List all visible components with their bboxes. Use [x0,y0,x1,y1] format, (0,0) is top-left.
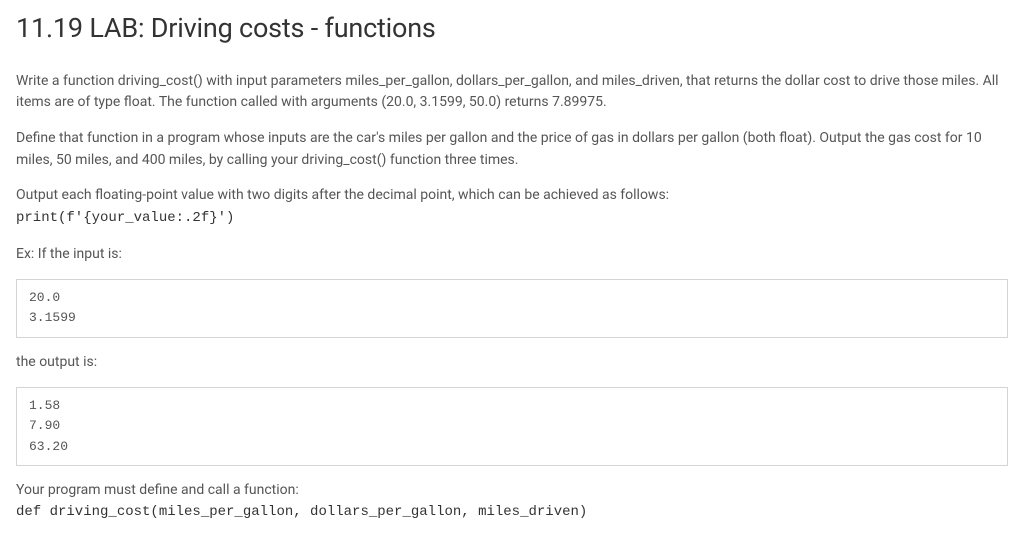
must-define-text: Your program must define and call a func… [16,482,299,498]
print-statement-code: print(f'{your_value:.2f}') [16,210,234,226]
instruction-paragraph-3: Output each floating-point value with tw… [16,185,1008,229]
function-requirement: Your program must define and call a func… [16,480,1008,524]
instruction-paragraph-1: Write a function driving_cost() with inp… [16,71,1008,114]
format-instruction-text: Output each floating-point value with tw… [16,187,669,203]
lab-title: 11.19 LAB: Driving costs - functions [16,8,1008,49]
example-output-block: 1.58 7.90 63.20 [16,387,1008,465]
example-input-block: 20.0 3.1599 [16,279,1008,337]
example-output-label: the output is: [16,352,1008,374]
example-input-label: Ex: If the input is: [16,244,1008,266]
instruction-paragraph-2: Define that function in a program whose … [16,128,1008,171]
function-signature-code: def driving_cost(miles_per_gallon, dolla… [16,504,587,520]
